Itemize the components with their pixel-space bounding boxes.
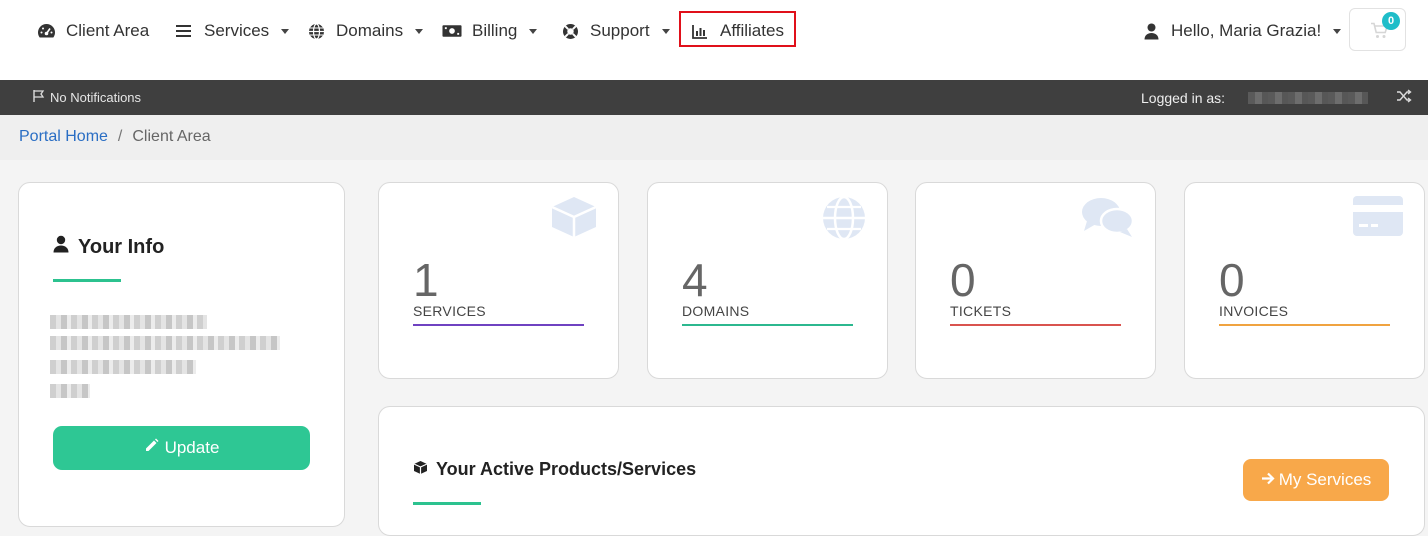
breadcrumb-home-link[interactable]: Portal Home bbox=[19, 128, 108, 146]
heading-underline bbox=[413, 502, 481, 505]
nav-billing[interactable]: Billing bbox=[442, 18, 538, 44]
nav-support[interactable]: Support bbox=[560, 18, 670, 44]
domains-label: DOMAINS bbox=[682, 303, 750, 319]
services-label: SERVICES bbox=[413, 303, 486, 319]
chevron-down-icon bbox=[1333, 28, 1342, 34]
nav-domains-label: Domains bbox=[336, 21, 404, 40]
dashboard-icon bbox=[36, 21, 56, 41]
chevron-down-icon bbox=[661, 28, 670, 34]
stat-card-domains[interactable]: 4 DOMAINS bbox=[647, 182, 888, 379]
comments-icon bbox=[1081, 195, 1135, 244]
cart-count-badge: 0 bbox=[1382, 12, 1400, 30]
chevron-down-icon bbox=[415, 28, 424, 34]
services-count: 1 bbox=[413, 254, 439, 306]
logged-in-label: Logged in as: bbox=[1141, 90, 1226, 106]
cart-button[interactable]: 0 bbox=[1349, 8, 1406, 51]
domains-count: 4 bbox=[682, 254, 708, 306]
nav-services-label: Services bbox=[204, 21, 270, 40]
stat-card-tickets[interactable]: 0 TICKETS bbox=[915, 182, 1156, 379]
shuffle-icon[interactable] bbox=[1396, 89, 1412, 106]
stat-card-invoices[interactable]: 0 INVOICES bbox=[1184, 182, 1425, 379]
arrow-right-icon bbox=[1261, 470, 1275, 490]
user-menu[interactable]: Hello, Maria Grazia! bbox=[1141, 18, 1342, 44]
bars-icon bbox=[174, 21, 194, 41]
nav-client-area[interactable]: Client Area bbox=[36, 18, 149, 44]
money-bill-icon bbox=[442, 21, 462, 41]
domains-underline bbox=[682, 324, 853, 326]
heading-underline bbox=[53, 279, 121, 282]
notifications-toggle[interactable]: No Notifications bbox=[32, 89, 141, 106]
cube-icon bbox=[413, 459, 428, 480]
active-products-card: Your Active Products/Services My Service… bbox=[378, 406, 1425, 536]
breadcrumb: Portal Home / Client Area bbox=[0, 115, 1428, 160]
invoices-underline bbox=[1219, 324, 1390, 326]
active-products-heading: Your Active Products/Services bbox=[413, 459, 696, 480]
nav-billing-label: Billing bbox=[472, 21, 518, 40]
redacted-text bbox=[50, 315, 207, 329]
tickets-underline bbox=[950, 324, 1121, 326]
chevron-down-icon bbox=[529, 28, 538, 34]
notifications-label: No Notifications bbox=[50, 90, 142, 105]
life-ring-icon bbox=[560, 21, 580, 41]
redacted-username bbox=[1248, 92, 1368, 104]
invoices-count: 0 bbox=[1219, 254, 1245, 306]
breadcrumb-separator: / bbox=[117, 128, 123, 145]
services-underline bbox=[413, 324, 584, 326]
update-button[interactable]: Update bbox=[53, 426, 310, 470]
chevron-down-icon bbox=[281, 28, 290, 34]
stat-card-services[interactable]: 1 SERVICES bbox=[378, 182, 619, 379]
user-greeting: Hello, Maria Grazia! bbox=[1171, 21, 1322, 40]
affiliates-highlight-box bbox=[679, 11, 796, 47]
your-info-heading: Your Info bbox=[53, 235, 164, 259]
tickets-label: TICKETS bbox=[950, 303, 1012, 319]
flag-icon bbox=[32, 89, 46, 106]
user-icon bbox=[1141, 21, 1161, 41]
pencil-icon bbox=[144, 438, 159, 458]
globe-icon bbox=[821, 195, 867, 246]
redacted-text bbox=[50, 384, 90, 398]
your-info-card: Your Info Update bbox=[18, 182, 345, 527]
box-icon bbox=[550, 195, 598, 244]
top-navbar: Client Area Services Domains Billing Sup… bbox=[0, 0, 1428, 80]
breadcrumb-current: Client Area bbox=[132, 128, 211, 145]
notification-bar: No Notifications Logged in as: bbox=[0, 80, 1428, 115]
nav-support-label: Support bbox=[590, 21, 650, 40]
my-services-button-label: My Services bbox=[1278, 470, 1372, 489]
user-icon bbox=[53, 235, 69, 259]
credit-card-icon bbox=[1352, 195, 1404, 242]
update-button-label: Update bbox=[164, 438, 220, 457]
redacted-text bbox=[50, 336, 280, 350]
tickets-count: 0 bbox=[950, 254, 976, 306]
nav-domains[interactable]: Domains bbox=[306, 18, 424, 44]
invoices-label: INVOICES bbox=[1219, 303, 1289, 319]
nav-client-area-label: Client Area bbox=[66, 21, 150, 40]
globe-icon bbox=[306, 21, 326, 41]
nav-services[interactable]: Services bbox=[174, 18, 290, 44]
active-products-title: Your Active Products/Services bbox=[436, 459, 697, 479]
your-info-title: Your Info bbox=[78, 235, 165, 258]
my-services-button[interactable]: My Services bbox=[1243, 459, 1389, 501]
redacted-text bbox=[50, 360, 196, 374]
